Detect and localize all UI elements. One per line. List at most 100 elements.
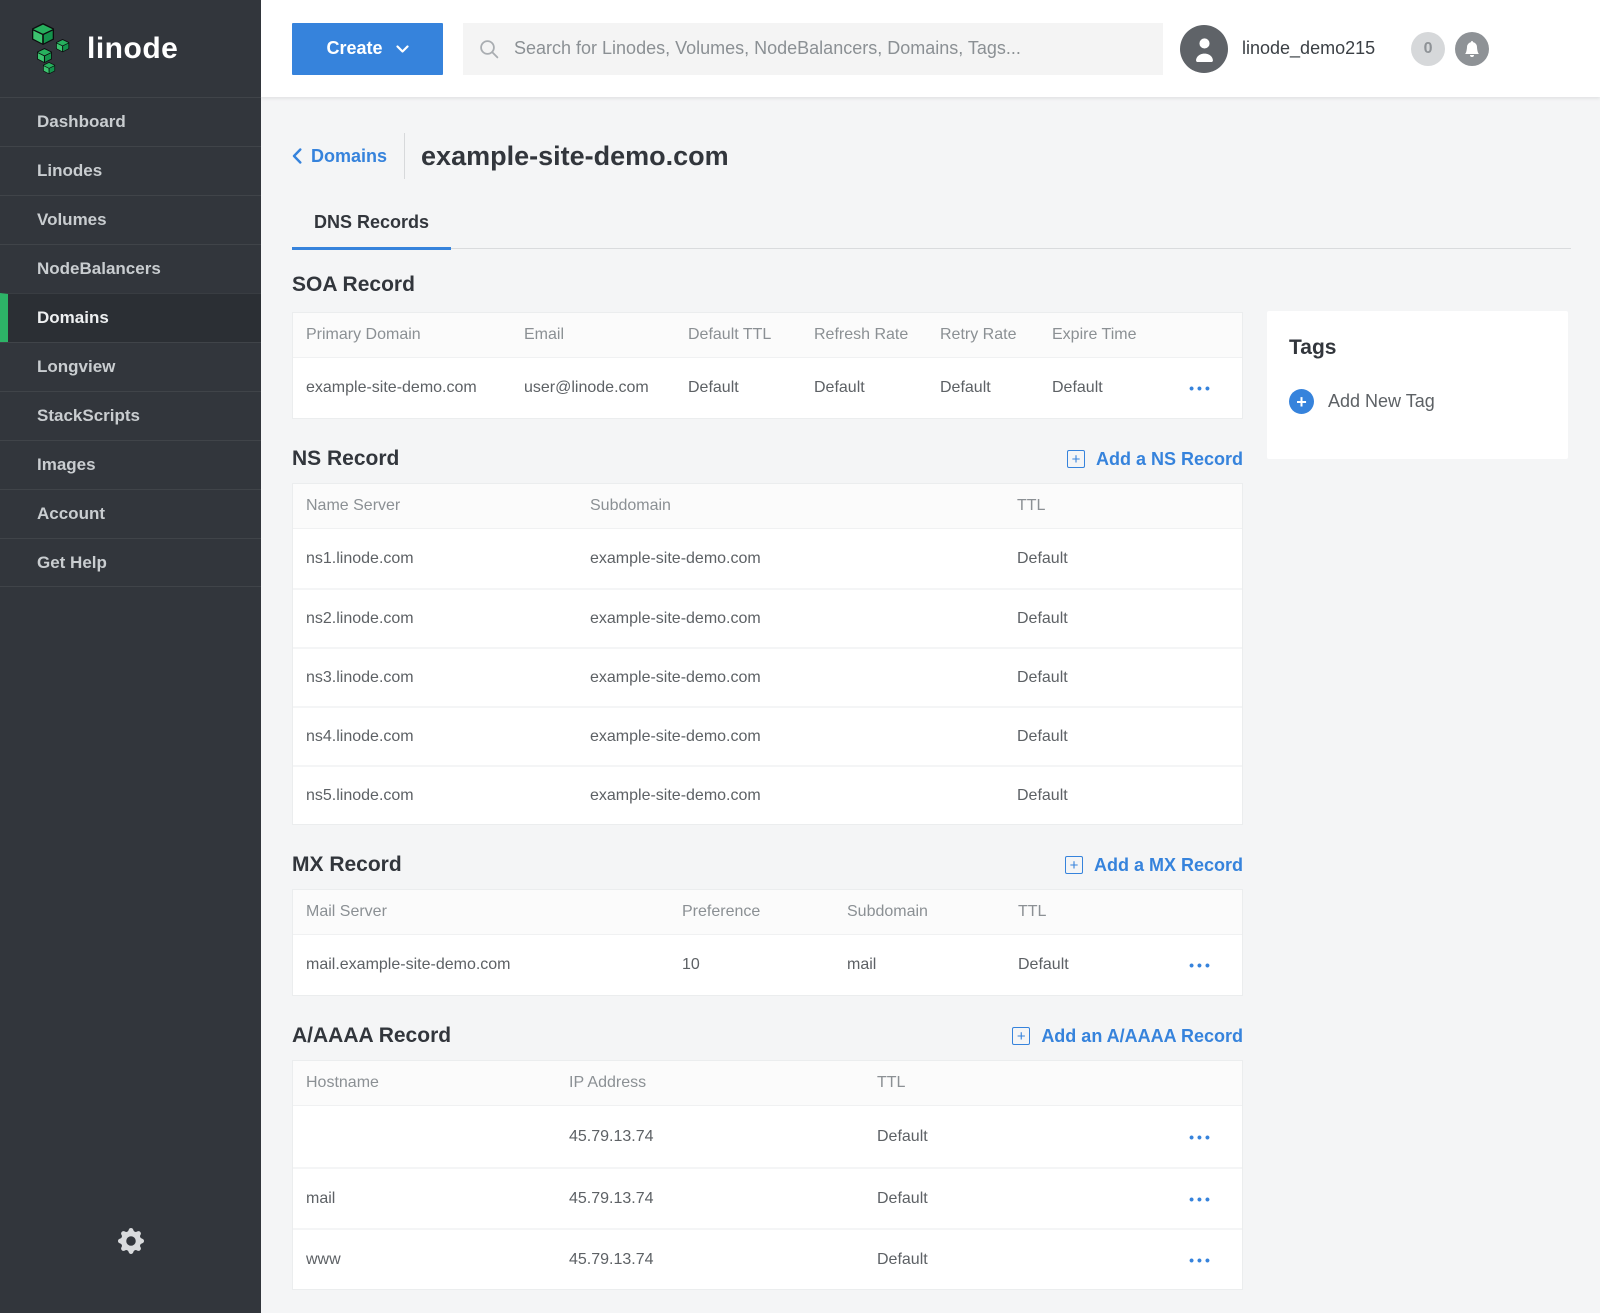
add-a-aaaa-record-link[interactable]: + Add an A/AAAA Record [1012,1026,1243,1047]
tags-panel: Tags + Add New Tag [1267,311,1568,459]
sidebar-item-nodebalancers[interactable]: NodeBalancers [0,244,261,293]
tags-title: Tags [1289,336,1546,360]
table-cell: Default [1052,379,1173,397]
column-header: IP Address [569,1074,877,1092]
chevron-down-icon [396,45,409,53]
table-cell: user@linode.com [524,379,688,397]
chevron-left-icon [292,148,302,164]
table-cell: example-site-demo.com [590,728,1017,746]
table-row: mail45.79.13.74Default••• [293,1167,1242,1228]
column-header: TTL [1017,497,1229,515]
table-body: example-site-demo.comuser@linode.comDefa… [293,358,1242,418]
section-title: MX Record [292,853,402,877]
row-actions-button[interactable]: ••• [1185,1185,1217,1213]
global-search[interactable] [463,23,1163,75]
row-actions: ••• [1173,1185,1229,1213]
add-new-tag-label: Add New Tag [1328,391,1435,412]
table-cell: www [306,1251,569,1269]
table-row: ns2.linode.comexample-site-demo.comDefau… [293,588,1242,647]
ns-section-header: NS Record + Add a NS Record [292,445,1243,473]
row-actions: ••• [1173,374,1229,402]
section-title: NS Record [292,447,399,471]
sidebar-item-volumes[interactable]: Volumes [0,195,261,244]
sidebar-item-label: NodeBalancers [37,259,161,279]
sidebar-item-label: Longview [37,357,115,377]
row-actions: ••• [1173,951,1229,979]
add-a-aaaa-record-label: Add an A/AAAA Record [1041,1026,1243,1047]
a-aaaa-record-table: HostnameIP AddressTTL 45.79.13.74 Default… [292,1060,1243,1290]
sidebar-item-label: Images [37,455,96,475]
sidebar-item-longview[interactable]: Longview [0,342,261,391]
table-row: ns4.linode.comexample-site-demo.comDefau… [293,706,1242,765]
ns-record-table: Name ServerSubdomainTTL ns1.linode.comex… [292,483,1243,825]
table-cell: Default [688,379,814,397]
username: linode_demo215 [1242,38,1375,59]
table-cell: ns4.linode.com [306,728,590,746]
search-input[interactable] [512,37,1147,60]
table-cell: mail.example-site-demo.com [306,956,682,974]
table-cell: Default [940,379,1052,397]
row-actions-button[interactable]: ••• [1185,1123,1217,1151]
table-cell: example-site-demo.com [306,379,524,397]
section-title: A/AAAA Record [292,1024,451,1048]
table-header: Primary DomainEmailDefault TTLRefresh Ra… [293,313,1242,358]
sidebar-item-get-help[interactable]: Get Help [0,538,261,587]
sidebar-item-images[interactable]: Images [0,440,261,489]
notification-count-badge[interactable]: 0 [1411,32,1445,66]
column-header: Default TTL [688,326,814,344]
table-body: ns1.linode.comexample-site-demo.comDefau… [293,529,1242,824]
page-title: example-site-demo.com [421,141,729,172]
mx-section-header: MX Record + Add a MX Record [292,851,1243,879]
table-cell: ns2.linode.com [306,610,590,628]
breadcrumb-back-link[interactable]: Domains [292,146,387,167]
add-ns-record-link[interactable]: + Add a NS Record [1067,449,1243,470]
add-mx-record-link[interactable]: + Add a MX Record [1065,855,1243,876]
sidebar-item-stackscripts[interactable]: StackScripts [0,391,261,440]
sidebar-item-label: Account [37,504,105,524]
table-cell: mail [847,956,1018,974]
sidebar-item-linodes[interactable]: Linodes [0,146,261,195]
table-cell: Default [1017,610,1229,628]
table-cell: 45.79.13.74 [569,1190,877,1208]
user-avatar[interactable] [1180,25,1228,73]
row-actions-button[interactable]: ••• [1185,951,1217,979]
table-cell: example-site-demo.com [590,787,1017,805]
sidebar-item-account[interactable]: Account [0,489,261,538]
tab-dns-records[interactable]: DNS Records [292,212,451,248]
column-header: TTL [1018,903,1173,921]
main-content: Domains example-site-demo.com DNS Record… [261,97,1600,1313]
table-header: Mail ServerPreferenceSubdomainTTL [293,890,1242,935]
linode-logo[interactable]: linode [0,0,261,97]
linode-cubes-icon [30,23,76,75]
bell-icon [1464,41,1480,57]
create-button[interactable]: Create [292,23,443,75]
row-actions-button[interactable]: ••• [1185,1246,1217,1274]
notifications-bell-button[interactable] [1455,32,1489,66]
table-cell: Default [1018,956,1173,974]
sidebar-item-dashboard[interactable]: Dashboard [0,97,261,146]
logo-text: linode [87,32,178,66]
plus-square-icon: + [1065,856,1083,874]
table-cell: Default [877,1128,1173,1146]
row-actions-button[interactable]: ••• [1185,374,1217,402]
table-row: ns1.linode.comexample-site-demo.comDefau… [293,529,1242,588]
sidebar-nav: DashboardLinodesVolumes NodeBalancers Doma… [0,97,261,587]
column-header: Expire Time [1052,326,1173,344]
column-header: Retry Rate [940,326,1052,344]
table-header: HostnameIP AddressTTL [293,1061,1242,1106]
plus-circle-icon: + [1289,389,1314,414]
sidebar-item-domains[interactable]: Domains [0,293,261,342]
table-cell: example-site-demo.com [590,610,1017,628]
column-header: Email [524,326,688,344]
table-row: ns3.linode.comexample-site-demo.comDefau… [293,647,1242,706]
add-new-tag-button[interactable]: + Add New Tag [1289,389,1435,414]
table-cell: Default [1017,787,1229,805]
column-header: Primary Domain [306,326,524,344]
settings-gear-button[interactable] [114,1224,148,1261]
table-row: ns5.linode.comexample-site-demo.comDefau… [293,765,1242,824]
column-header: Mail Server [306,903,682,921]
table-body: 45.79.13.74Default•••mail45.79.13.74Defa… [293,1106,1242,1289]
table-row: example-site-demo.comuser@linode.comDefa… [293,358,1242,418]
mx-record-table: Mail ServerPreferenceSubdomainTTL mail.e… [292,889,1243,996]
table-row: www45.79.13.74Default••• [293,1228,1242,1289]
